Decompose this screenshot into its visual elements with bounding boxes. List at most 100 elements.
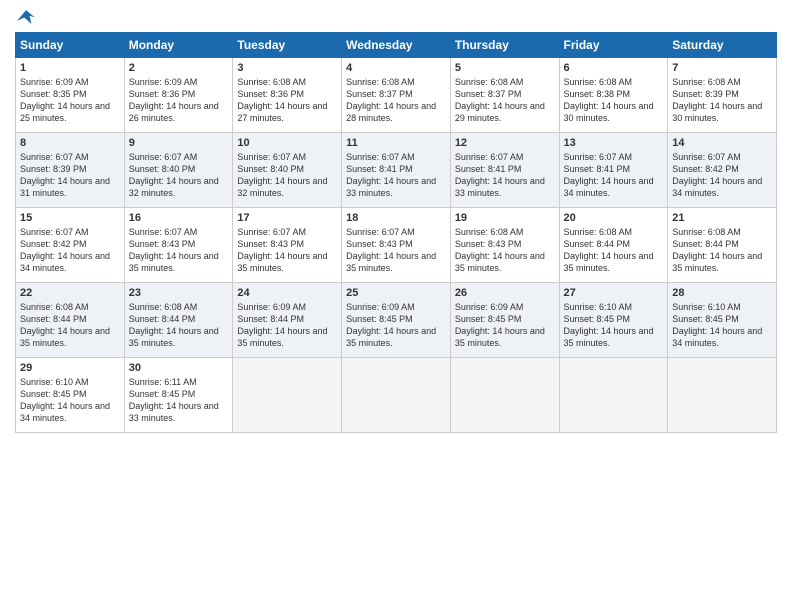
calendar-header-row: SundayMondayTuesdayWednesdayThursdayFrid…	[16, 33, 777, 58]
calendar-day-cell: 19Sunrise: 6:08 AMSunset: 8:43 PMDayligh…	[450, 208, 559, 283]
day-number: 3	[237, 62, 337, 74]
calendar-table: SundayMondayTuesdayWednesdayThursdayFrid…	[15, 32, 777, 433]
day-info: Sunrise: 6:07 AMSunset: 8:43 PMDaylight:…	[237, 226, 337, 275]
calendar-day-cell: 16 Sunrise: 6:07 AMSunset: 8:43 PMDayligh…	[124, 208, 233, 283]
weekday-header-wednesday: Wednesday	[342, 33, 451, 58]
day-number: 7	[672, 62, 772, 74]
calendar-day-cell: 24 Sunrise: 6:09 AMSunset: 8:44 PMDayligh…	[233, 283, 342, 358]
day-number: 20	[564, 212, 664, 224]
calendar-day-cell: 27 Sunrise: 6:10 AMSunset: 8:45 PMDayligh…	[559, 283, 668, 358]
day-number: 25	[346, 287, 446, 299]
calendar-day-cell: 15 Sunrise: 6:07 AMSunset: 8:42 PMDayligh…	[16, 208, 125, 283]
calendar-day-cell: 20 Sunrise: 6:08 AMSunset: 8:44 PMDayligh…	[559, 208, 668, 283]
weekday-header-saturday: Saturday	[668, 33, 777, 58]
day-info: Sunrise: 6:07 AMSunset: 8:40 PMDaylight:…	[129, 151, 229, 200]
day-info: Sunrise: 6:09 AMSunset: 8:36 PMDaylight:…	[129, 76, 229, 125]
calendar-day-cell: 3 Sunrise: 6:08 AMSunset: 8:36 PMDaylight…	[233, 58, 342, 133]
logo-bird-icon	[17, 10, 35, 24]
calendar-day-cell: 14 Sunrise: 6:07 AMSunset: 8:42 PMDayligh…	[668, 133, 777, 208]
day-number: 4	[346, 62, 446, 74]
day-info: Sunrise: 6:07 AMSunset: 8:41 PMDaylight:…	[455, 151, 555, 200]
day-info: Sunrise: 6:07 AMSunset: 8:40 PMDaylight:…	[237, 151, 337, 200]
calendar-week-row: 22 Sunrise: 6:08 AMSunset: 8:44 PMDayligh…	[16, 283, 777, 358]
day-number: 27	[564, 287, 664, 299]
day-number: 2	[129, 62, 229, 74]
day-number: 29	[20, 362, 120, 374]
day-number: 1	[20, 62, 120, 74]
day-number: 10	[237, 137, 337, 149]
day-number: 9	[129, 137, 229, 149]
page: SundayMondayTuesdayWednesdayThursdayFrid…	[0, 0, 792, 612]
day-info: Sunrise: 6:10 AMSunset: 8:45 PMDaylight:…	[672, 301, 772, 350]
calendar-day-cell: 8 Sunrise: 6:07 AMSunset: 8:39 PMDaylight…	[16, 133, 125, 208]
calendar-day-cell: 2 Sunrise: 6:09 AMSunset: 8:36 PMDaylight…	[124, 58, 233, 133]
calendar-day-cell: 13 Sunrise: 6:07 AMSunset: 8:41 PMDayligh…	[559, 133, 668, 208]
day-info: Sunrise: 6:08 AMSunset: 8:36 PMDaylight:…	[237, 76, 337, 125]
day-info: Sunrise: 6:07 AMSunset: 8:43 PMDaylight:…	[129, 226, 229, 275]
calendar-day-cell: 21Sunrise: 6:08 AMSunset: 8:44 PMDayligh…	[668, 208, 777, 283]
day-number: 22	[20, 287, 120, 299]
calendar-week-row: 8 Sunrise: 6:07 AMSunset: 8:39 PMDaylight…	[16, 133, 777, 208]
day-info: Sunrise: 6:10 AMSunset: 8:45 PMDaylight:…	[20, 376, 120, 425]
day-info: Sunrise: 6:08 AMSunset: 8:37 PMDaylight:…	[455, 76, 555, 125]
weekday-header-friday: Friday	[559, 33, 668, 58]
logo	[15, 10, 35, 24]
day-number: 23	[129, 287, 229, 299]
day-number: 13	[564, 137, 664, 149]
day-number: 24	[237, 287, 337, 299]
calendar-day-cell	[559, 358, 668, 433]
day-info: Sunrise: 6:09 AMSunset: 8:44 PMDaylight:…	[237, 301, 337, 350]
day-number: 14	[672, 137, 772, 149]
day-info: Sunrise: 6:08 AMSunset: 8:44 PMDaylight:…	[20, 301, 120, 350]
day-info: Sunrise: 6:08 AMSunset: 8:38 PMDaylight:…	[564, 76, 664, 125]
header	[15, 10, 777, 24]
calendar-day-cell: 11 Sunrise: 6:07 AMSunset: 8:41 PMDayligh…	[342, 133, 451, 208]
day-info: Sunrise: 6:08 AMSunset: 8:44 PMDaylight:…	[564, 226, 664, 275]
calendar-week-row: 1 Sunrise: 6:09 AMSunset: 8:35 PMDaylight…	[16, 58, 777, 133]
calendar-day-cell: 1 Sunrise: 6:09 AMSunset: 8:35 PMDaylight…	[16, 58, 125, 133]
day-number: 11	[346, 137, 446, 149]
day-info: Sunrise: 6:10 AMSunset: 8:45 PMDaylight:…	[564, 301, 664, 350]
day-info: Sunrise: 6:07 AMSunset: 8:39 PMDaylight:…	[20, 151, 120, 200]
calendar-day-cell	[668, 358, 777, 433]
day-info: Sunrise: 6:07 AMSunset: 8:41 PMDaylight:…	[564, 151, 664, 200]
calendar-day-cell	[342, 358, 451, 433]
day-number: 30	[129, 362, 229, 374]
day-info: Sunrise: 6:09 AMSunset: 8:35 PMDaylight:…	[20, 76, 120, 125]
calendar-day-cell: 5 Sunrise: 6:08 AMSunset: 8:37 PMDaylight…	[450, 58, 559, 133]
day-number: 6	[564, 62, 664, 74]
calendar-week-row: 29 Sunrise: 6:10 AMSunset: 8:45 PMDayligh…	[16, 358, 777, 433]
day-info: Sunrise: 6:09 AMSunset: 8:45 PMDaylight:…	[346, 301, 446, 350]
calendar-day-cell: 10 Sunrise: 6:07 AMSunset: 8:40 PMDayligh…	[233, 133, 342, 208]
calendar-day-cell: 26Sunrise: 6:09 AMSunset: 8:45 PMDayligh…	[450, 283, 559, 358]
day-number: 17	[237, 212, 337, 224]
day-info: Sunrise: 6:11 AMSunset: 8:45 PMDaylight:…	[129, 376, 229, 425]
weekday-header-tuesday: Tuesday	[233, 33, 342, 58]
calendar-day-cell: 22 Sunrise: 6:08 AMSunset: 8:44 PMDayligh…	[16, 283, 125, 358]
calendar-day-cell: 9 Sunrise: 6:07 AMSunset: 8:40 PMDaylight…	[124, 133, 233, 208]
day-info: Sunrise: 6:07 AMSunset: 8:41 PMDaylight:…	[346, 151, 446, 200]
calendar-day-cell	[450, 358, 559, 433]
day-number: 5	[455, 62, 555, 74]
calendar-day-cell: 29 Sunrise: 6:10 AMSunset: 8:45 PMDayligh…	[16, 358, 125, 433]
weekday-header-sunday: Sunday	[16, 33, 125, 58]
day-number: 15	[20, 212, 120, 224]
weekday-header-monday: Monday	[124, 33, 233, 58]
day-info: Sunrise: 6:08 AMSunset: 8:39 PMDaylight:…	[672, 76, 772, 125]
calendar-week-row: 15 Sunrise: 6:07 AMSunset: 8:42 PMDayligh…	[16, 208, 777, 283]
calendar-day-cell: 25 Sunrise: 6:09 AMSunset: 8:45 PMDayligh…	[342, 283, 451, 358]
day-number: 8	[20, 137, 120, 149]
day-number: 16	[129, 212, 229, 224]
calendar-day-cell: 6 Sunrise: 6:08 AMSunset: 8:38 PMDaylight…	[559, 58, 668, 133]
day-number: 18	[346, 212, 446, 224]
calendar-day-cell: 12 Sunrise: 6:07 AMSunset: 8:41 PMDayligh…	[450, 133, 559, 208]
day-info: Sunrise: 6:07 AMSunset: 8:43 PMDaylight:…	[346, 226, 446, 275]
day-number: 12	[455, 137, 555, 149]
day-info: Sunrise: 6:07 AMSunset: 8:42 PMDaylight:…	[20, 226, 120, 275]
calendar-day-cell: 30 Sunrise: 6:11 AMSunset: 8:45 PMDayligh…	[124, 358, 233, 433]
day-number: 26	[455, 287, 555, 299]
day-number: 19	[455, 212, 555, 224]
day-info: Sunrise: 6:08 AMSunset: 8:44 PMDaylight:…	[129, 301, 229, 350]
day-info: Sunrise: 6:07 AMSunset: 8:42 PMDaylight:…	[672, 151, 772, 200]
day-number: 28	[672, 287, 772, 299]
